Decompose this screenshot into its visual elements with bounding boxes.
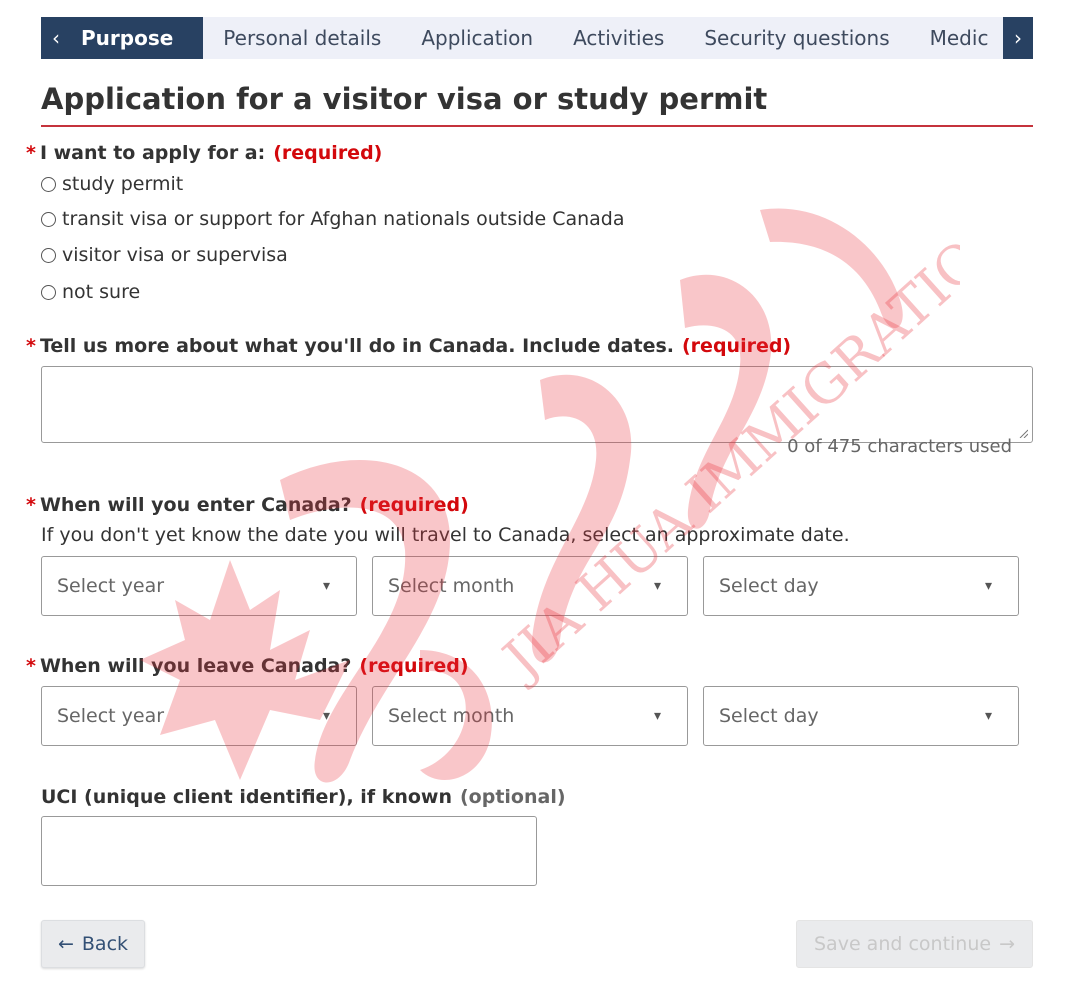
tab-label: Activities <box>573 26 665 50</box>
optional-tag: (optional) <box>460 786 566 808</box>
radio-label: visitor visa or supervisa <box>62 244 288 266</box>
required-asterisk: * <box>26 655 36 677</box>
chevron-right-icon: › <box>1014 26 1022 50</box>
apply-for-label: * I want to apply for a: (required) <box>26 142 382 164</box>
radio-label: not sure <box>62 281 141 303</box>
arrow-left-icon: ← <box>57 933 74 955</box>
activities-label-text: Tell us more about what you'll do in Can… <box>39 335 674 357</box>
activities-textarea[interactable] <box>41 366 1033 443</box>
resize-grip-icon[interactable] <box>1018 428 1028 438</box>
caret-down-icon: ▾ <box>322 708 330 724</box>
caret-down-icon: ▾ <box>653 708 661 724</box>
uci-label-text: UCI (unique client identifier), if known <box>41 786 452 808</box>
enter-canada-label-text: When will you enter Canada? <box>39 494 352 516</box>
radio-label: study permit <box>62 173 184 195</box>
uci-input[interactable] <box>41 816 537 886</box>
required-asterisk: * <box>26 335 36 357</box>
enter-day-select[interactable]: Select day ▾ <box>703 556 1019 616</box>
chevron-left-icon: ‹ <box>52 26 60 50</box>
required-tag: (required) <box>359 655 469 677</box>
tab-personal-details[interactable]: Personal details <box>203 17 401 59</box>
leave-canada-label: * When will you leave Canada? (required) <box>26 655 469 677</box>
tabs-next-button[interactable]: › <box>1003 17 1033 59</box>
tab-purpose[interactable]: Purpose <box>71 17 204 59</box>
radio-circle-icon[interactable] <box>41 176 56 192</box>
caret-down-icon: ▾ <box>984 708 992 724</box>
page-title: Application for a visitor visa or study … <box>41 82 768 116</box>
required-tag: (required) <box>359 494 469 516</box>
title-divider <box>41 125 1033 127</box>
enter-canada-hint: If you don't yet know the date you will … <box>41 524 850 546</box>
radio-not-sure[interactable]: not sure <box>41 281 140 303</box>
apply-for-label-text: I want to apply for a: <box>39 142 266 164</box>
leave-canada-label-text: When will you leave Canada? <box>39 655 352 677</box>
enter-canada-label: * When will you enter Canada? (required) <box>26 494 469 516</box>
progress-tabs: ‹ Purpose Personal details Application A… <box>41 17 1033 59</box>
select-value: Select month <box>388 575 515 597</box>
enter-month-select[interactable]: Select month ▾ <box>372 556 688 616</box>
radio-study-permit[interactable]: study permit <box>41 173 183 195</box>
radio-circle-icon[interactable] <box>41 247 56 263</box>
back-button-label: Back <box>81 933 129 955</box>
tab-label: Medic <box>929 26 989 50</box>
caret-down-icon: ▾ <box>984 578 992 594</box>
required-asterisk: * <box>26 494 36 516</box>
arrow-right-icon: → <box>999 933 1015 955</box>
tab-medical[interactable]: Medic <box>910 17 1009 59</box>
tab-activities[interactable]: Activities <box>553 17 684 59</box>
radio-transit-visa[interactable]: transit visa or support for Afghan natio… <box>41 208 625 230</box>
tab-label: Personal details <box>223 26 382 50</box>
enter-year-select[interactable]: Select year ▾ <box>41 556 357 616</box>
radio-circle-icon[interactable] <box>41 284 56 300</box>
radio-visitor-visa[interactable]: visitor visa or supervisa <box>41 244 288 266</box>
back-button[interactable]: ← Back <box>41 920 145 968</box>
required-tag: (required) <box>273 142 383 164</box>
tab-label: Application <box>421 26 534 50</box>
radio-label: transit visa or support for Afghan natio… <box>62 208 625 230</box>
activities-label: * Tell us more about what you'll do in Ca… <box>26 335 791 357</box>
character-counter: 0 of 475 characters used <box>787 436 1012 457</box>
select-value: Select year <box>57 575 165 597</box>
select-value: Select day <box>719 705 819 727</box>
leave-month-select[interactable]: Select month ▾ <box>372 686 688 746</box>
save-button-label: Save and continue <box>814 933 992 955</box>
uci-label: UCI (unique client identifier), if known… <box>41 786 566 808</box>
radio-circle-icon[interactable] <box>41 211 56 227</box>
select-value: Select month <box>388 705 515 727</box>
tabs-prev-button[interactable]: ‹ <box>41 17 71 59</box>
required-tag: (required) <box>682 335 792 357</box>
save-and-continue-button[interactable]: Save and continue → <box>796 920 1033 968</box>
tab-application[interactable]: Application <box>401 17 553 59</box>
tab-security-questions[interactable]: Security questions <box>684 17 909 59</box>
tab-label: Purpose <box>81 26 174 50</box>
leave-day-select[interactable]: Select day ▾ <box>703 686 1019 746</box>
tab-label: Security questions <box>704 26 890 50</box>
required-asterisk: * <box>26 142 36 164</box>
caret-down-icon: ▾ <box>322 578 330 594</box>
caret-down-icon: ▾ <box>653 578 661 594</box>
select-value: Select day <box>719 575 819 597</box>
select-value: Select year <box>57 705 165 727</box>
leave-year-select[interactable]: Select year ▾ <box>41 686 357 746</box>
